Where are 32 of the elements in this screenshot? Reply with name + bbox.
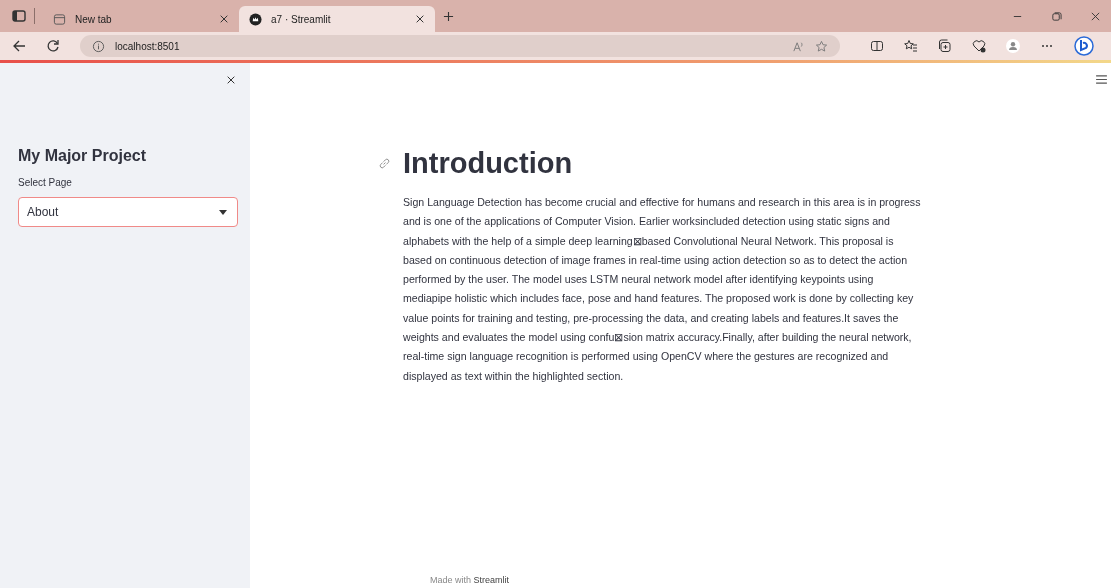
browser-tab[interactable]: New tab bbox=[43, 6, 239, 32]
back-icon[interactable] bbox=[12, 39, 26, 53]
favorites-icon[interactable] bbox=[904, 39, 918, 53]
footer-text: Made with bbox=[430, 575, 472, 585]
info-icon[interactable] bbox=[92, 39, 105, 53]
page-icon bbox=[53, 12, 66, 26]
refresh-icon[interactable] bbox=[46, 39, 60, 53]
link-icon[interactable] bbox=[378, 156, 391, 170]
star-icon[interactable] bbox=[815, 39, 828, 53]
close-icon[interactable] bbox=[415, 14, 425, 24]
close-icon[interactable] bbox=[226, 75, 236, 85]
caret-icon bbox=[219, 209, 227, 215]
footer-link[interactable]: Streamlit bbox=[473, 575, 510, 585]
collections-icon[interactable] bbox=[938, 39, 952, 53]
menu-icon[interactable] bbox=[1096, 75, 1107, 84]
close-icon[interactable] bbox=[219, 14, 229, 24]
heart-icon[interactable] bbox=[972, 39, 986, 53]
select-label: Select Page bbox=[18, 177, 73, 188]
sidebar-title: My Major Project bbox=[18, 147, 148, 165]
page-heading: Introduction bbox=[403, 146, 573, 181]
profile-icon[interactable] bbox=[1006, 39, 1020, 53]
new-tab-icon[interactable] bbox=[443, 10, 454, 22]
page-select[interactable]: About bbox=[18, 197, 238, 227]
browser-tab[interactable]: a7 · Streamlit bbox=[239, 6, 435, 32]
intro-paragraph: Sign Language Detection has become crucial and effective for humans and research in this area is in progress and is one of the applications of Computer Vision. Earlier worksincluded detection using static signs and alphabets with the help of a simple deep learning⊠based Convolutional Neural Network. This proposal is based on continuous detection of image frames in real-time using action detection so as to detect the action performed by the user. The model uses LSTM neural network model after identifying keypoints using mediapipe holistic which includes face, pose and hand features. The proposed work is done by collecting key value points for training and testing, pre-processing the data, and creating labels and features.It saves the weights and evaluates the model using confu⊠sion matrix accuracy.Finally, after building the neural network, real-time sign language recognition is performed using OpenCV where the gestures are recognized and displayed as text within the highlighted section. bbox=[403, 195, 922, 384]
tab-actions-icon[interactable] bbox=[12, 9, 26, 23]
restore-icon[interactable] bbox=[1051, 10, 1062, 22]
crown-icon bbox=[249, 12, 262, 26]
close-icon[interactable] bbox=[1090, 10, 1101, 22]
split-screen-icon[interactable] bbox=[870, 39, 884, 53]
chat-bubble-icon[interactable] bbox=[1074, 36, 1094, 56]
address-field[interactable]: localhost:8501 bbox=[80, 35, 840, 57]
